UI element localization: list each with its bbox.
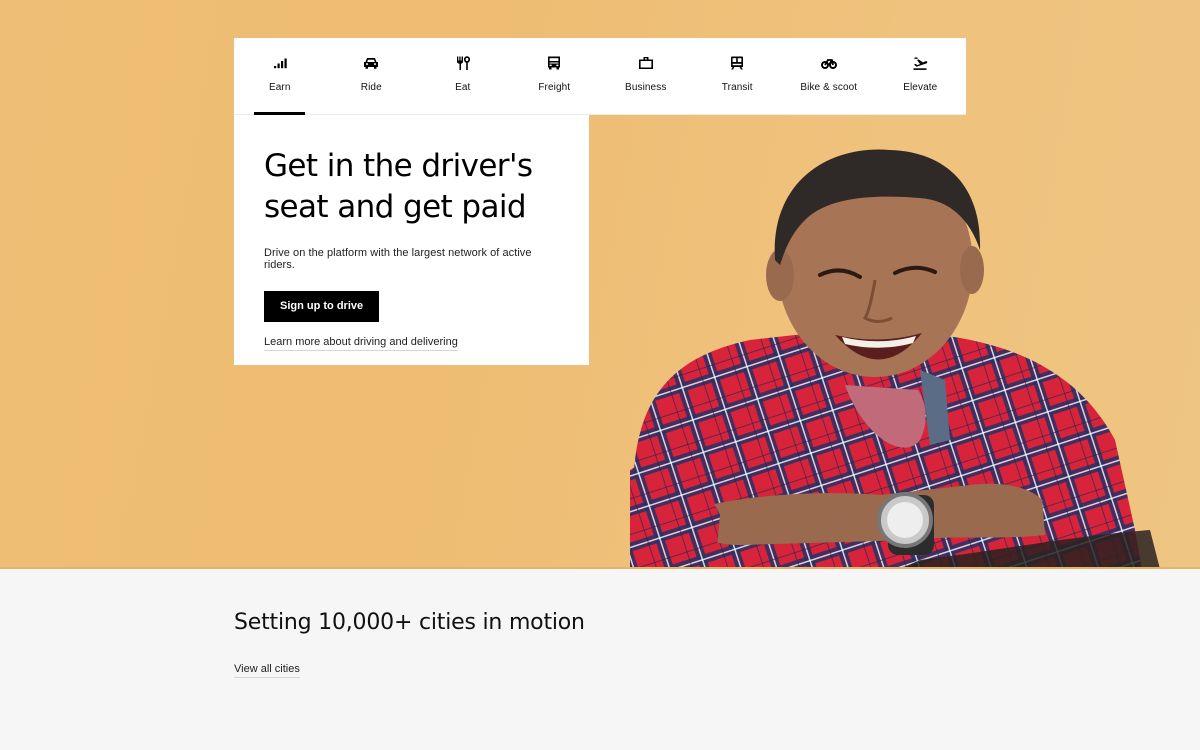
tab-earn[interactable]: Earn [234,38,326,115]
sign-up-to-drive-button[interactable]: Sign up to drive [264,291,380,322]
hero-title: Get in the driver's seat and get paid [264,148,533,225]
tab-label: Earn [268,82,291,93]
hero-card: Get in the driver's seat and get paid Dr… [234,115,589,365]
tab-label: Freight [538,82,571,93]
tab-elevate[interactable]: Elevate [875,38,967,114]
tab-label: Eat [455,82,471,93]
cities-section: Setting 10,000+ cities in motion View al… [234,609,634,678]
briefcase-icon [638,55,654,71]
tab-label: Business [625,82,667,93]
tab-label: Bike & scoot [800,82,858,93]
view-all-cities-link[interactable]: View all cities [234,663,300,678]
tab-ride[interactable]: Ride [326,38,418,114]
learn-more-link[interactable]: Learn more about driving and delivering [264,336,458,351]
truck-icon [546,55,562,71]
signal-bars-icon [272,55,288,71]
cities-title: Setting 10,000+ cities in motion [234,610,585,635]
tab-bike-scoot[interactable]: Bike & scoot [783,38,875,114]
tab-business[interactable]: Business [600,38,692,114]
fork-knife-icon [455,55,471,71]
tab-label: Elevate [903,82,938,93]
tab-label: Ride [360,82,382,93]
train-icon [729,55,745,71]
car-icon [363,55,379,71]
hero-subtitle: Drive on the platform with the largest n… [264,247,532,271]
bicycle-icon [820,55,837,71]
airplane-takeoff-icon [912,55,928,71]
tab-freight[interactable]: Freight [509,38,601,114]
hero-photo [630,149,1160,569]
tab-eat[interactable]: Eat [417,38,509,114]
product-tab-bar: Earn Ride Eat Freight Business Transit B… [234,38,966,115]
tab-label: Transit [721,82,753,93]
tab-transit[interactable]: Transit [692,38,784,114]
